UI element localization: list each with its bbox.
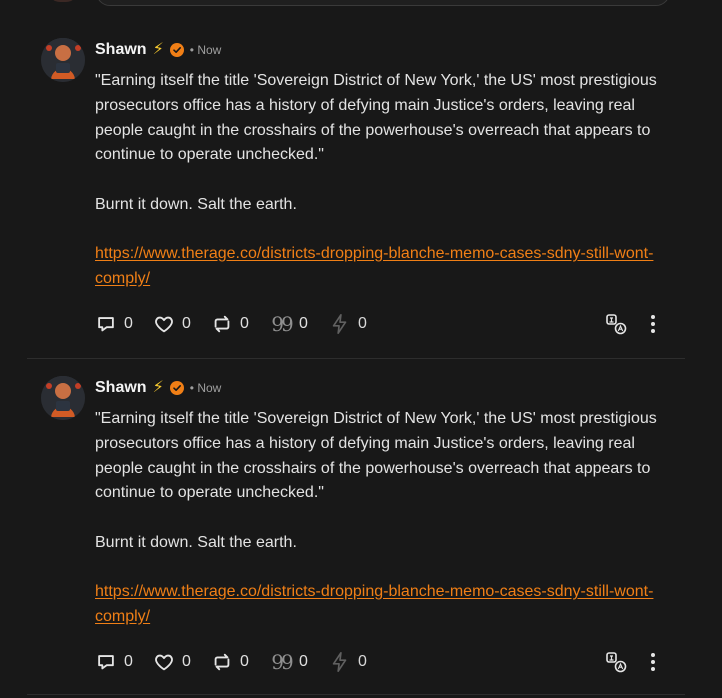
more-options-button[interactable] xyxy=(641,650,665,674)
quote-button[interactable]: 99 0 xyxy=(270,312,308,336)
verified-badge-icon xyxy=(169,381,184,395)
repost-count: 0 xyxy=(240,653,249,670)
author-name[interactable]: Shawn xyxy=(95,41,147,59)
more-vertical-icon xyxy=(651,315,655,333)
repost-icon xyxy=(214,653,230,671)
article-link[interactable]: https://www.therage.co/districts-droppin… xyxy=(95,242,670,292)
zap-button[interactable]: 0 xyxy=(329,650,367,674)
note-content: "Earning itself the title 'Sovereign Dis… xyxy=(95,69,670,291)
previous-avatar-edge xyxy=(48,0,78,2)
timestamp: • Now xyxy=(189,381,222,395)
translate-button[interactable] xyxy=(604,650,628,674)
quote-count: 0 xyxy=(299,315,308,332)
author-name[interactable]: Shawn xyxy=(95,379,147,397)
zap-count: 0 xyxy=(358,315,367,332)
note-card: Shawn ⚡ • Now "Earning itself the title … xyxy=(27,358,685,696)
reply-count: 0 xyxy=(124,653,133,670)
article-link[interactable]: https://www.therage.co/districts-droppin… xyxy=(95,580,670,630)
note-text: "Earning itself the title 'Sovereign Dis… xyxy=(95,410,657,502)
heart-icon xyxy=(155,316,173,333)
zap-count: 0 xyxy=(358,653,367,670)
lightning-icon: ⚡ xyxy=(152,379,164,396)
lightning-icon: ⚡ xyxy=(152,41,164,58)
like-count: 0 xyxy=(182,653,191,670)
zap-icon xyxy=(332,314,347,334)
like-count: 0 xyxy=(182,315,191,332)
repost-button[interactable]: 0 xyxy=(211,312,249,336)
comment-icon xyxy=(98,655,114,670)
note-content: "Earning itself the title 'Sovereign Dis… xyxy=(95,407,670,629)
quote-button[interactable]: 99 0 xyxy=(270,650,308,674)
note-card: Shawn ⚡ • Now "Earning itself the title … xyxy=(27,20,685,359)
note-text: "Earning itself the title 'Sovereign Dis… xyxy=(95,72,657,164)
zap-icon xyxy=(332,652,347,672)
bottom-divider xyxy=(27,694,685,695)
quote-icon: 99 xyxy=(271,312,293,336)
more-options-button[interactable] xyxy=(641,312,665,336)
note-header: Shawn ⚡ • Now xyxy=(95,377,221,399)
comment-icon xyxy=(98,317,114,332)
heart-icon xyxy=(155,654,173,671)
repost-icon xyxy=(214,315,230,333)
timestamp: • Now xyxy=(189,43,222,57)
notes-feed: Shawn ⚡ • Now "Earning itself the title … xyxy=(0,0,722,698)
translate-icon xyxy=(606,314,627,335)
zap-button[interactable]: 0 xyxy=(329,312,367,336)
translate-button[interactable] xyxy=(604,312,628,336)
reply-count: 0 xyxy=(124,315,133,332)
verified-badge-icon xyxy=(169,43,184,57)
reply-button[interactable]: 0 xyxy=(95,650,133,674)
more-vertical-icon xyxy=(651,653,655,671)
avatar[interactable] xyxy=(41,376,85,420)
note-header: Shawn ⚡ • Now xyxy=(95,39,221,61)
translate-icon xyxy=(606,652,627,673)
quote-icon: 99 xyxy=(271,650,293,674)
previous-composer-edge xyxy=(96,0,670,6)
reply-button[interactable]: 0 xyxy=(95,312,133,336)
avatar[interactable] xyxy=(41,38,85,82)
note-comment: Burnt it down. Salt the earth. xyxy=(95,533,297,551)
quote-count: 0 xyxy=(299,653,308,670)
note-comment: Burnt it down. Salt the earth. xyxy=(95,195,297,213)
like-button[interactable]: 0 xyxy=(153,312,191,336)
repost-count: 0 xyxy=(240,315,249,332)
like-button[interactable]: 0 xyxy=(153,650,191,674)
note-actions: 0 0 0 99 0 0 xyxy=(95,312,670,336)
repost-button[interactable]: 0 xyxy=(211,650,249,674)
note-actions: 0 0 0 99 0 0 xyxy=(95,650,670,674)
